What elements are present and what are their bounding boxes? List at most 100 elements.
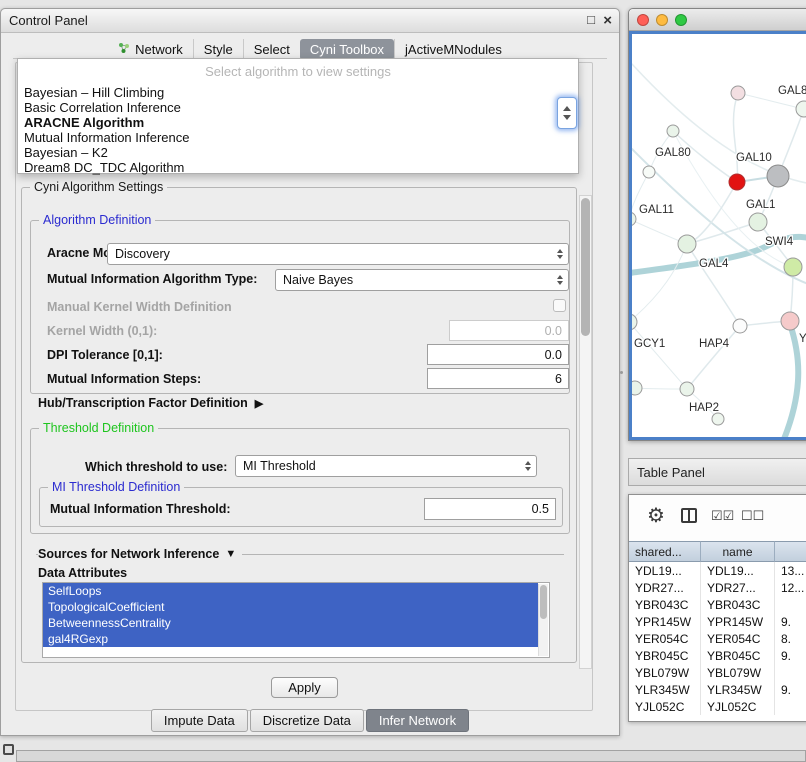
table-row[interactable]: YBR045CYBR045C9. bbox=[629, 647, 806, 664]
control-panel-window: Control Panel □ × NetworkStyle Select Cyni… bbox=[0, 8, 620, 736]
attribute-betweennesscentrality[interactable]: BetweennessCentrality bbox=[43, 615, 538, 631]
algorithm-option-mutual-information-inference[interactable]: Mutual Information Inference bbox=[18, 130, 578, 145]
node-label: HAP4 bbox=[699, 338, 730, 350]
mi-threshold-field[interactable]: 0.5 bbox=[424, 498, 556, 520]
table-row[interactable]: YDL19...YDL19...13... bbox=[629, 562, 806, 579]
network-canvas[interactable]: GAL8GAL80GAL10GAL11GAL1SWI4GAL4GCY1HAP4Y… bbox=[629, 31, 806, 440]
bottom-tab-discretize-data[interactable]: Discretize Data bbox=[250, 709, 364, 732]
table-header-row: shared...name bbox=[629, 541, 806, 562]
minimize-traffic-light-icon[interactable] bbox=[656, 14, 668, 26]
column-header-3[interactable] bbox=[775, 541, 806, 562]
network-node[interactable] bbox=[729, 174, 745, 190]
network-node[interactable] bbox=[731, 86, 745, 100]
table-cell: YBR043C bbox=[701, 596, 775, 613]
settings-scrollbar[interactable] bbox=[579, 195, 592, 669]
network-node[interactable] bbox=[749, 213, 767, 231]
zoom-traffic-light-icon[interactable] bbox=[675, 14, 687, 26]
settings-scrollbar-thumb[interactable] bbox=[581, 198, 590, 336]
column-header-2[interactable]: name bbox=[701, 541, 775, 562]
network-node[interactable] bbox=[712, 413, 724, 425]
spinner-down-icon[interactable] bbox=[563, 115, 571, 120]
apply-button[interactable]: Apply bbox=[271, 677, 338, 698]
attribute-gal4rgexp[interactable]: gal4RGexp bbox=[43, 631, 538, 647]
network-edge bbox=[632, 244, 687, 322]
minimized-panel-icon[interactable] bbox=[3, 744, 14, 755]
close-traffic-light-icon[interactable] bbox=[637, 14, 649, 26]
spinner-up-icon[interactable] bbox=[563, 106, 571, 111]
table-row[interactable]: YBR043CYBR043C bbox=[629, 596, 806, 613]
table-cell: 13... bbox=[775, 562, 806, 579]
manual-kernel-checkbox[interactable] bbox=[553, 299, 566, 312]
network-node[interactable] bbox=[632, 212, 636, 226]
network-window-titlebar[interactable] bbox=[629, 9, 806, 31]
table-row[interactable]: YLR345WYLR345W9. bbox=[629, 681, 806, 698]
float-window-icon[interactable]: □ bbox=[587, 12, 595, 27]
chevron-right-icon: ▶ bbox=[255, 397, 263, 410]
close-window-icon[interactable]: × bbox=[603, 12, 612, 29]
network-node[interactable] bbox=[781, 312, 799, 330]
hub-definition-label: Hub/Transcription Factor Definition bbox=[38, 396, 248, 410]
mi-steps-field[interactable]: 6 bbox=[427, 368, 569, 389]
data-attributes-list[interactable]: SelfLoopsTopologicalCoefficientBetweenne… bbox=[42, 582, 550, 658]
aracne-mode-value: Discovery bbox=[115, 247, 170, 261]
table-row[interactable]: YDR27...YDR27...12... bbox=[629, 579, 806, 596]
network-edge bbox=[687, 326, 740, 389]
attribute-selfloops[interactable]: SelfLoops bbox=[43, 583, 538, 599]
algorithm-option-aracne-algorithm[interactable]: ARACNE Algorithm bbox=[18, 115, 578, 130]
network-edge bbox=[632, 322, 687, 389]
splitter-handle[interactable] bbox=[620, 371, 623, 374]
list-scrollbar-thumb[interactable] bbox=[540, 585, 547, 619]
table-row[interactable]: YER054CYER054C8. bbox=[629, 630, 806, 647]
network-node[interactable] bbox=[680, 382, 694, 396]
dpi-tolerance-field[interactable]: 0.0 bbox=[427, 344, 569, 365]
tab-select[interactable]: Select bbox=[243, 39, 300, 60]
network-node[interactable] bbox=[784, 258, 802, 276]
algorithm-option-bayesian-k2[interactable]: Bayesian – K2 bbox=[18, 145, 578, 160]
mi-type-select[interactable]: Naive Bayes bbox=[275, 269, 569, 291]
network-node[interactable] bbox=[632, 381, 642, 395]
which-threshold-select[interactable]: MI Threshold bbox=[235, 455, 537, 477]
network-node[interactable] bbox=[767, 165, 789, 187]
algorithm-option-dream8-dc-tdc-algorithm[interactable]: Dream8 DC_TDC Algorithm bbox=[18, 160, 578, 175]
columns-icon[interactable] bbox=[681, 508, 697, 523]
network-node[interactable] bbox=[643, 166, 655, 178]
table-row[interactable]: YJL052CYJL052C bbox=[629, 698, 806, 715]
select-all-icon[interactable]: ☑☑ bbox=[711, 508, 734, 524]
table-cell: 8. bbox=[775, 630, 806, 647]
focused-spinner[interactable] bbox=[557, 97, 577, 129]
table-row[interactable]: YPR145WYPR145W9. bbox=[629, 613, 806, 630]
bottom-tab-impute-data[interactable]: Impute Data bbox=[151, 709, 248, 732]
deselect-all-icon[interactable]: ☐☐ bbox=[741, 508, 764, 524]
apply-button-label: Apply bbox=[288, 680, 321, 695]
node-label: GAL11 bbox=[639, 204, 674, 216]
attribute-topologicalcoefficient[interactable]: TopologicalCoefficient bbox=[43, 599, 538, 615]
tab-network[interactable]: Network bbox=[108, 39, 193, 60]
column-header-1[interactable]: shared... bbox=[629, 541, 701, 562]
tab-label: Select bbox=[254, 42, 290, 57]
table-row[interactable]: YBL079WYBL079W bbox=[629, 664, 806, 681]
table-cell: YBR045C bbox=[701, 647, 775, 664]
tab-style[interactable]: Style bbox=[193, 39, 243, 60]
algorithm-option-bayesian-hill-climbing[interactable]: Bayesian – Hill Climbing bbox=[18, 85, 578, 100]
bottom-tab-infer-network[interactable]: Infer Network bbox=[366, 709, 469, 732]
list-scrollbar[interactable] bbox=[538, 584, 548, 656]
network-node[interactable] bbox=[632, 314, 637, 330]
gear-icon[interactable]: ⚙ bbox=[647, 503, 665, 528]
which-threshold-label: Which threshold to use: bbox=[85, 460, 227, 474]
window-title: Control Panel bbox=[1, 13, 88, 28]
aracne-mode-select[interactable]: Discovery bbox=[107, 243, 569, 265]
tab-jactivemnodules[interactable]: jActiveMNodules bbox=[394, 39, 512, 60]
mi-threshold-label: Mutual Information Threshold: bbox=[50, 502, 231, 516]
network-edge bbox=[687, 182, 737, 244]
sources-toggle[interactable]: Sources for Network Inference ▼ bbox=[38, 547, 242, 561]
network-node[interactable] bbox=[667, 125, 679, 137]
algorithm-dropdown-list: Bayesian – Hill ClimbingBasic Correlatio… bbox=[18, 85, 578, 175]
hub-definition-toggle[interactable]: Hub/Transcription Factor Definition ▶ bbox=[38, 396, 263, 410]
network-node[interactable] bbox=[796, 101, 806, 117]
network-edge bbox=[635, 388, 687, 389]
network-node[interactable] bbox=[733, 319, 747, 333]
network-node[interactable] bbox=[678, 235, 696, 253]
network-edge bbox=[733, 93, 738, 182]
algorithm-option-basic-correlation-inference[interactable]: Basic Correlation Inference bbox=[18, 100, 578, 115]
tab-cyni-toolbox[interactable]: Cyni Toolbox bbox=[300, 39, 394, 60]
